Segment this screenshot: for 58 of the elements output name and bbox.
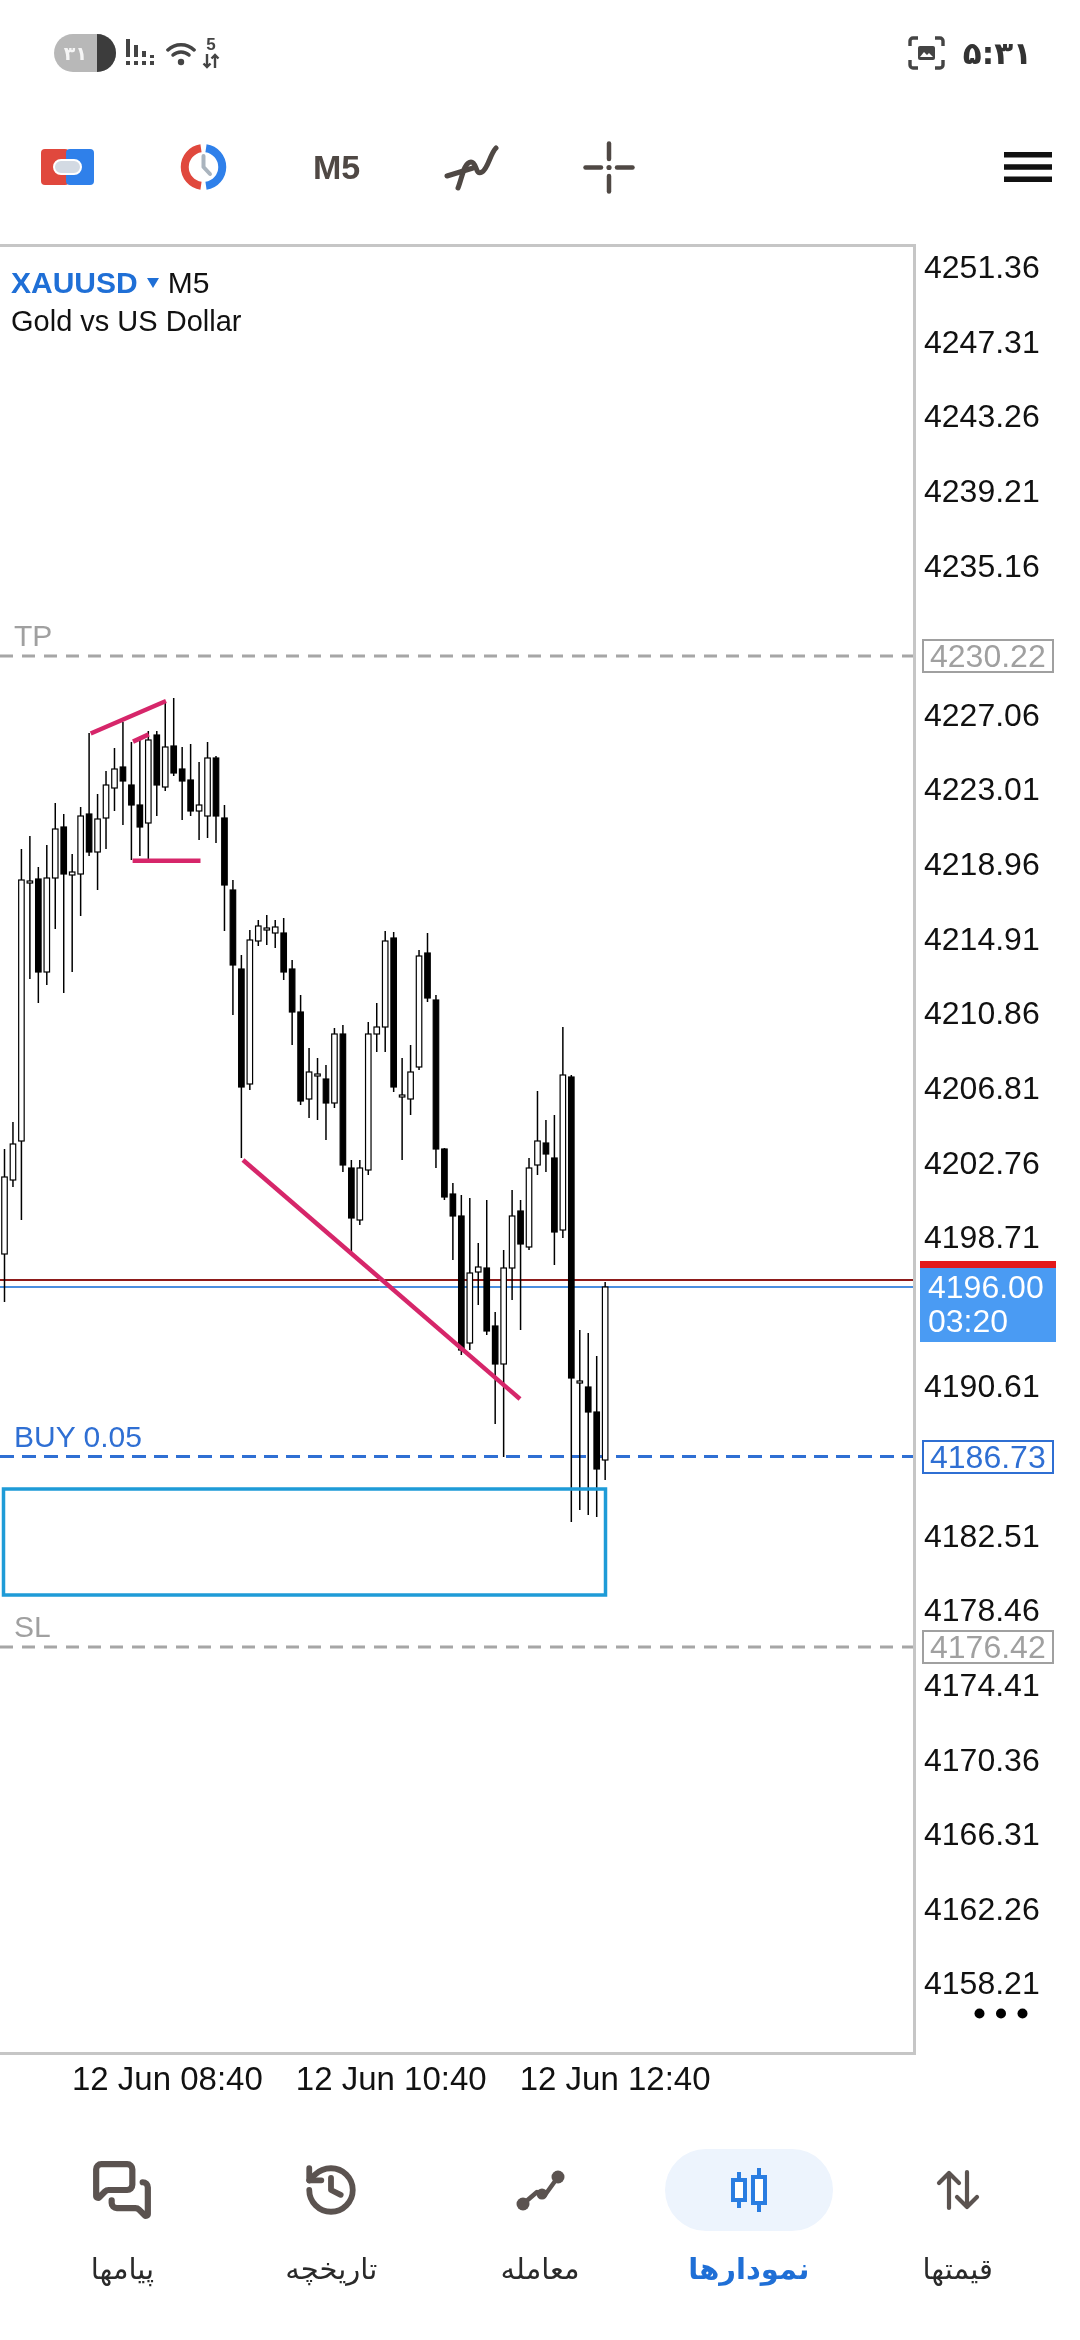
current-price: 4196.00 [928, 1270, 1044, 1304]
price-tag: 4230.22 [922, 639, 1054, 673]
price-axis-label: 4218.96 [924, 845, 1040, 884]
crosshair-icon[interactable] [583, 140, 636, 194]
toggle-tiles-icon[interactable] [41, 149, 94, 185]
price-axis-label: 4227.06 [924, 695, 1040, 734]
stop-loss-label: SL [14, 1609, 51, 1645]
nav-tab[interactable]: قیمتها [873, 2149, 1042, 2289]
wave-icon[interactable] [444, 142, 500, 192]
price-axis-label: 4251.36 [924, 248, 1040, 286]
price-axis-label: 4235.16 [924, 546, 1040, 585]
data-arrows-icon [202, 53, 220, 69]
battery-percent: ۳۱ [63, 41, 87, 64]
clock-icon[interactable] [178, 143, 229, 191]
price-axis-label: 4190.61 [924, 1367, 1040, 1406]
price-axis-label: 4182.51 [924, 1516, 1040, 1555]
price-axis-label: 4210.86 [924, 994, 1040, 1033]
take-profit-label: TP [14, 618, 53, 654]
time-axis-label: 12 Jun 12:40 [519, 2059, 711, 2099]
price-axis-label: 4243.26 [924, 397, 1040, 436]
symbol-description: Gold vs US Dollar [11, 304, 242, 339]
menu-icon[interactable] [1004, 152, 1052, 182]
price-axis-label: 4178.46 [924, 1591, 1040, 1630]
price-axis-label: 4223.01 [924, 770, 1040, 809]
price-axis-label: 4206.81 [924, 1068, 1040, 1107]
price-axis-label: 4202.76 [924, 1143, 1040, 1182]
time-axis-label: 12 Jun 08:40 [72, 2059, 263, 2099]
time-axis-label: 12 Jun 10:40 [295, 2059, 487, 2099]
price-axis-label: 4174.41 [924, 1665, 1040, 1704]
wifi-generation-label: 5 [206, 36, 216, 53]
signal-icon [126, 38, 156, 67]
price-tag: 4176.42 [922, 1630, 1054, 1664]
more-icon[interactable] [974, 2008, 1028, 2019]
price-axis-label: 4162.26 [924, 1889, 1040, 1928]
caret-icon[interactable] [146, 278, 159, 288]
screenshot-icon [907, 35, 945, 70]
bar-countdown: 03:20 [928, 1304, 1009, 1338]
chart-timeframe: M5 [167, 265, 210, 301]
price-axis-label: 4239.21 [924, 471, 1040, 510]
price-axis-label: 4214.91 [924, 919, 1040, 958]
nav-tab[interactable]: پیامها [38, 2149, 207, 2289]
nav-tab[interactable]: نمودارها [664, 2149, 833, 2289]
arrows-up-down-icon [935, 2168, 980, 2212]
order-label: BUY 0.05 [14, 1418, 142, 1455]
chat-bubbles-icon [91, 2159, 154, 2221]
status-time: ۵:۳۱ [962, 33, 1032, 72]
timeframe-button[interactable]: M5 [313, 147, 361, 187]
price-axis-label: 4198.71 [924, 1218, 1040, 1257]
price-axis-label: 4247.31 [924, 322, 1040, 361]
symbol-name[interactable]: XAUUSD [11, 264, 138, 302]
nav-tab[interactable]: معامله [456, 2149, 624, 2289]
price-axis-label: 4170.36 [924, 1740, 1040, 1779]
price-axis-label: 4166.31 [924, 1815, 1040, 1854]
price-tag: 4186.73 [922, 1439, 1054, 1474]
line-chart-icon [515, 2168, 565, 2212]
nav-tab[interactable]: تاریخچه [247, 2149, 416, 2289]
price-axis-label: 4158.21 [924, 1964, 1040, 2003]
horizontal-line [132, 858, 201, 864]
